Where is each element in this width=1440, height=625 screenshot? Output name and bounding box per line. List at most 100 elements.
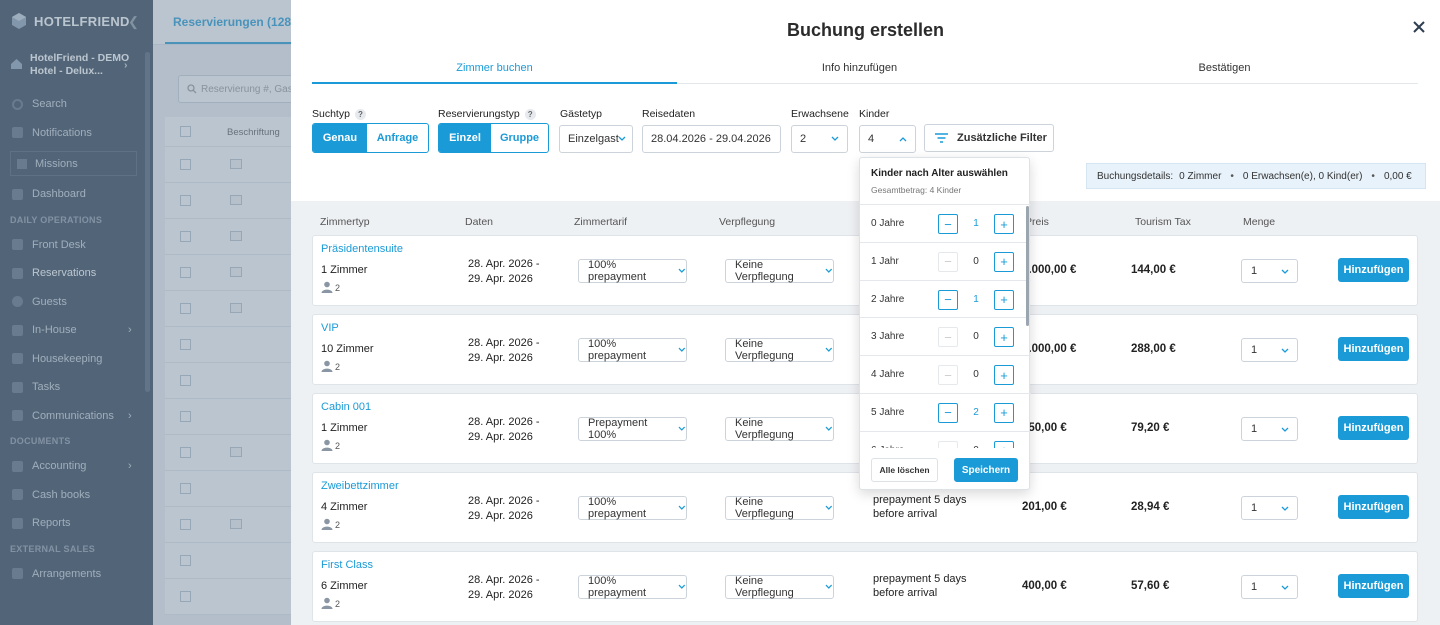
rate-value: 100% prepayment (588, 259, 647, 283)
rate-select[interactable]: 100% prepayment (578, 575, 687, 599)
max-guests: 2 (321, 281, 340, 293)
tab-confirm[interactable]: Bestätigen (1042, 62, 1407, 74)
kids-age-list: 0 Jahre −1 +1 Jahr −0 +2 Jahre −1 +3 Jahre −0 +4… (860, 204, 1031, 448)
quantity-select[interactable]: 1 (1241, 417, 1298, 441)
rate-select[interactable]: Prepayment 100% (578, 417, 687, 441)
meal-select[interactable]: Keine Verpflegung (725, 496, 834, 520)
room-type-link[interactable]: Zweibettzimmer (321, 480, 399, 492)
decrement-button[interactable]: − (938, 365, 958, 386)
increment-button[interactable]: + (994, 365, 1014, 386)
increment-button[interactable]: + (994, 327, 1014, 348)
increment-button[interactable]: + (994, 251, 1014, 272)
kids-list-scrollbar[interactable] (1026, 206, 1029, 326)
children-select[interactable]: 4 (859, 125, 916, 153)
room-type-link[interactable]: First Class (321, 559, 373, 571)
add-room-button[interactable]: Hinzufügen (1338, 574, 1409, 598)
travel-dates-input[interactable]: 28.04.2026 - 29.04.2026 (642, 125, 781, 153)
decrement-button[interactable]: − (938, 214, 958, 234)
kids-age-row: 3 Jahre − 0 + (860, 318, 1031, 357)
date-from: 28. Apr. 2026 - (468, 495, 540, 507)
policy-line: prepayment 5 days (873, 573, 967, 585)
add-room-button[interactable]: Hinzufügen (1338, 337, 1409, 361)
cancellation-policy: prepayment 5 days before arrival (873, 572, 967, 600)
quantity-select[interactable]: 1 (1241, 338, 1298, 362)
meal-value: Keine Verpflegung (735, 259, 794, 283)
travel-dates-label: Reisedaten (642, 108, 696, 120)
chevron-down-icon (1281, 348, 1289, 353)
age-count: 1 (973, 218, 979, 229)
add-room-button[interactable]: Hinzufügen (1338, 495, 1409, 519)
rate-select[interactable]: 100% prepayment (578, 338, 687, 362)
meal-select[interactable]: Keine Verpflegung (725, 338, 834, 362)
age-count: 0 (973, 369, 979, 381)
tourism-tax: 28,94 € (1131, 501, 1170, 513)
increment-button[interactable]: + (994, 440, 1014, 448)
tab-book-rooms[interactable]: Zimmer buchen (312, 62, 677, 74)
chevron-down-icon (825, 426, 833, 431)
tab-add-info[interactable]: Info hinzufügen (677, 62, 1042, 74)
summary-guests: 0 Erwachsen(e), 0 Kind(er) (1242, 170, 1363, 182)
search-type-request[interactable]: Anfrage (367, 124, 428, 152)
rate-select[interactable]: 100% prepayment (578, 496, 687, 520)
age-label: 4 Jahre (871, 369, 905, 381)
chevron-down-icon (678, 584, 686, 589)
column-quantity: Menge (1243, 216, 1276, 228)
age-label: 6 Jahre (871, 445, 904, 448)
increment-button[interactable]: + (994, 214, 1014, 234)
room-dates: 28. Apr. 2026 - 29. Apr. 2026 (468, 336, 540, 366)
decrement-button[interactable]: − (938, 289, 958, 310)
date-to: 29. Apr. 2026 (468, 589, 533, 601)
reservation-type-group[interactable]: Gruppe (491, 124, 548, 152)
meal-select[interactable]: Keine Verpflegung (725, 575, 834, 599)
clear-all-button[interactable]: Alle löschen (871, 458, 938, 482)
tourism-tax: 57,60 € (1131, 580, 1170, 592)
kids-popup-title: Kinder nach Alter auswählen (871, 168, 1008, 179)
booking-summary: Buchungsdetails: 0 Zimmer • 0 Erwachsen(… (1086, 163, 1426, 189)
guest-type-select[interactable]: Einzelgast (559, 125, 633, 153)
modal-backdrop[interactable] (0, 0, 291, 625)
additional-filters-button[interactable]: Zusätzliche Filter (924, 124, 1054, 152)
date-from: 28. Apr. 2026 - (468, 416, 540, 428)
age-count: 0 (973, 331, 979, 343)
save-button[interactable]: Speichern (954, 458, 1018, 482)
column-tourism-tax: Tourism Tax (1135, 216, 1191, 228)
meal-select[interactable]: Keine Verpflegung (725, 259, 834, 283)
summary-label: Buchungsdetails: (1097, 170, 1174, 182)
increment-button[interactable]: + (994, 289, 1014, 310)
age-label: 2 Jahre (871, 293, 905, 305)
room-count: 4 Zimmer (321, 501, 368, 513)
chevron-down-icon (1281, 506, 1289, 511)
age-label: 5 Jahre (871, 406, 905, 418)
decrement-button[interactable]: − (938, 327, 958, 348)
meal-value: Keine Verpflegung (735, 575, 794, 599)
reservation-type-single[interactable]: Einzel (439, 124, 491, 152)
rate-select[interactable]: 100% prepayment (578, 259, 687, 283)
room-type-link[interactable]: VIP (321, 322, 339, 334)
adults-select[interactable]: 2 (791, 125, 848, 153)
max-guests: 2 (321, 597, 340, 609)
create-booking-modal: Buchung erstellen Zimmer buchen Info hin… (291, 0, 1440, 625)
decrement-button[interactable]: − (938, 402, 958, 423)
add-room-button[interactable]: Hinzufügen (1338, 416, 1409, 440)
meal-select[interactable]: Keine Verpflegung (725, 417, 834, 441)
chevron-down-icon (678, 347, 686, 352)
room-type-link[interactable]: Cabin 001 (321, 401, 371, 413)
label-text: Suchtyp (312, 108, 350, 120)
add-room-button[interactable]: Hinzufügen (1338, 258, 1409, 282)
quantity-select[interactable]: 1 (1241, 575, 1298, 599)
kids-age-row: 4 Jahre − 0 + (860, 356, 1031, 394)
quantity-select[interactable]: 1 (1241, 259, 1298, 283)
decrement-button[interactable]: − (938, 440, 958, 448)
search-type-exact[interactable]: Genau (313, 124, 367, 152)
quantity-select[interactable]: 1 (1241, 496, 1298, 520)
help-icon[interactable]: ? (354, 109, 366, 120)
age-label: 0 Jahre (871, 218, 905, 229)
close-icon[interactable] (1412, 20, 1426, 34)
help-icon[interactable]: ? (524, 109, 536, 120)
children-value: 4 (868, 133, 875, 145)
decrement-button[interactable]: − (938, 251, 958, 272)
quantity-value: 1 (1251, 502, 1258, 514)
room-type-link[interactable]: Präsidentensuite (321, 243, 403, 255)
kids-popup-subtitle: Gesamtbetrag: 4 Kinder (871, 185, 962, 195)
increment-button[interactable]: + (994, 402, 1014, 423)
